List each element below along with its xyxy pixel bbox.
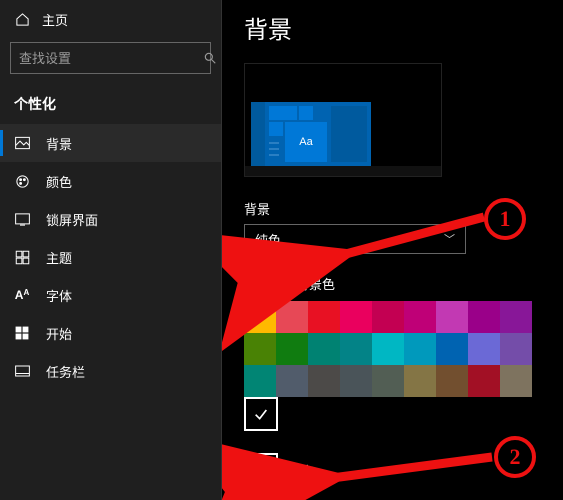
color-swatch[interactable]	[276, 301, 308, 333]
color-swatch[interactable]	[340, 365, 372, 397]
color-swatch[interactable]	[500, 365, 532, 397]
sidebar-item-label: 颜色	[46, 172, 72, 191]
sidebar-item-label: 任务栏	[46, 362, 85, 381]
picture-icon	[14, 136, 30, 150]
dropdown-value: 纯色	[255, 230, 281, 249]
chevron-down-icon: ﹀	[444, 231, 455, 247]
plus-icon: +	[255, 460, 267, 480]
sidebar-item-fonts[interactable]: AA 字体	[0, 276, 221, 314]
color-swatch[interactable]	[404, 365, 436, 397]
custom-color-label: 自定	[288, 461, 314, 480]
color-section-label: 选择你的背景色	[244, 274, 541, 293]
font-icon: AA	[14, 288, 30, 302]
sidebar-item-label: 开始	[46, 324, 72, 343]
color-swatch[interactable]	[276, 333, 308, 365]
lockscreen-icon	[14, 213, 30, 226]
color-swatch[interactable]	[340, 301, 372, 333]
color-swatch[interactable]	[404, 301, 436, 333]
page-title: 背景	[244, 10, 541, 45]
color-swatch[interactable]	[244, 365, 276, 397]
sidebar-item-lockscreen[interactable]: 锁屏界面	[0, 200, 221, 238]
sidebar-item-themes[interactable]: 主题	[0, 238, 221, 276]
search-input[interactable]	[11, 51, 203, 66]
background-type-dropdown[interactable]: 纯色 ﹀	[244, 224, 466, 254]
color-swatch[interactable]	[404, 333, 436, 365]
sidebar-item-colors[interactable]: 颜色	[0, 162, 221, 200]
sidebar-item-label: 字体	[46, 286, 72, 305]
color-swatch[interactable]	[500, 301, 532, 333]
color-swatch[interactable]	[436, 301, 468, 333]
color-swatch[interactable]	[340, 333, 372, 365]
color-swatch[interactable]	[244, 333, 276, 365]
sidebar-item-label: 锁屏界面	[46, 210, 98, 229]
color-swatch[interactable]	[468, 365, 500, 397]
background-preview: Aa	[244, 63, 442, 177]
sidebar-item-background[interactable]: 背景	[0, 124, 221, 162]
main-panel: 背景 Aa 背景 纯色 ﹀ 选择你的背景色	[222, 0, 563, 500]
color-swatch[interactable]	[500, 333, 532, 365]
palette-icon	[14, 174, 30, 189]
home-icon	[14, 12, 30, 27]
color-swatch[interactable]	[308, 333, 340, 365]
home-nav[interactable]: 主页	[0, 0, 221, 38]
color-grid	[244, 301, 532, 397]
theme-icon	[14, 250, 30, 265]
color-swatch[interactable]	[308, 301, 340, 333]
color-swatch[interactable]	[372, 333, 404, 365]
settings-sidebar: 主页 个性化 背景 颜色	[0, 0, 222, 500]
color-swatch[interactable]	[436, 365, 468, 397]
sidebar-item-taskbar[interactable]: 任务栏	[0, 352, 221, 390]
search-icon	[203, 51, 217, 65]
sidebar-item-label: 主题	[46, 248, 72, 267]
preview-sample-text: Aa	[285, 122, 327, 162]
color-swatch[interactable]	[372, 301, 404, 333]
color-swatch[interactable]	[276, 365, 308, 397]
section-title-personalization: 个性化	[0, 74, 221, 120]
color-swatch[interactable]	[308, 365, 340, 397]
color-swatch[interactable]	[468, 333, 500, 365]
start-icon	[14, 326, 30, 340]
background-field-label: 背景	[244, 199, 541, 218]
custom-color-button[interactable]: +	[244, 453, 278, 487]
sidebar-nav: 背景 颜色 锁屏界面 主题 AA	[0, 124, 221, 390]
color-swatch[interactable]	[244, 301, 276, 333]
search-box[interactable]	[10, 42, 211, 74]
sidebar-item-label: 背景	[46, 134, 72, 153]
color-swatch[interactable]	[436, 333, 468, 365]
sidebar-item-start[interactable]: 开始	[0, 314, 221, 352]
taskbar-icon	[14, 365, 30, 377]
home-label: 主页	[42, 10, 68, 29]
color-swatch[interactable]	[468, 301, 500, 333]
color-swatch-selected[interactable]	[244, 397, 278, 431]
color-swatch[interactable]	[372, 365, 404, 397]
